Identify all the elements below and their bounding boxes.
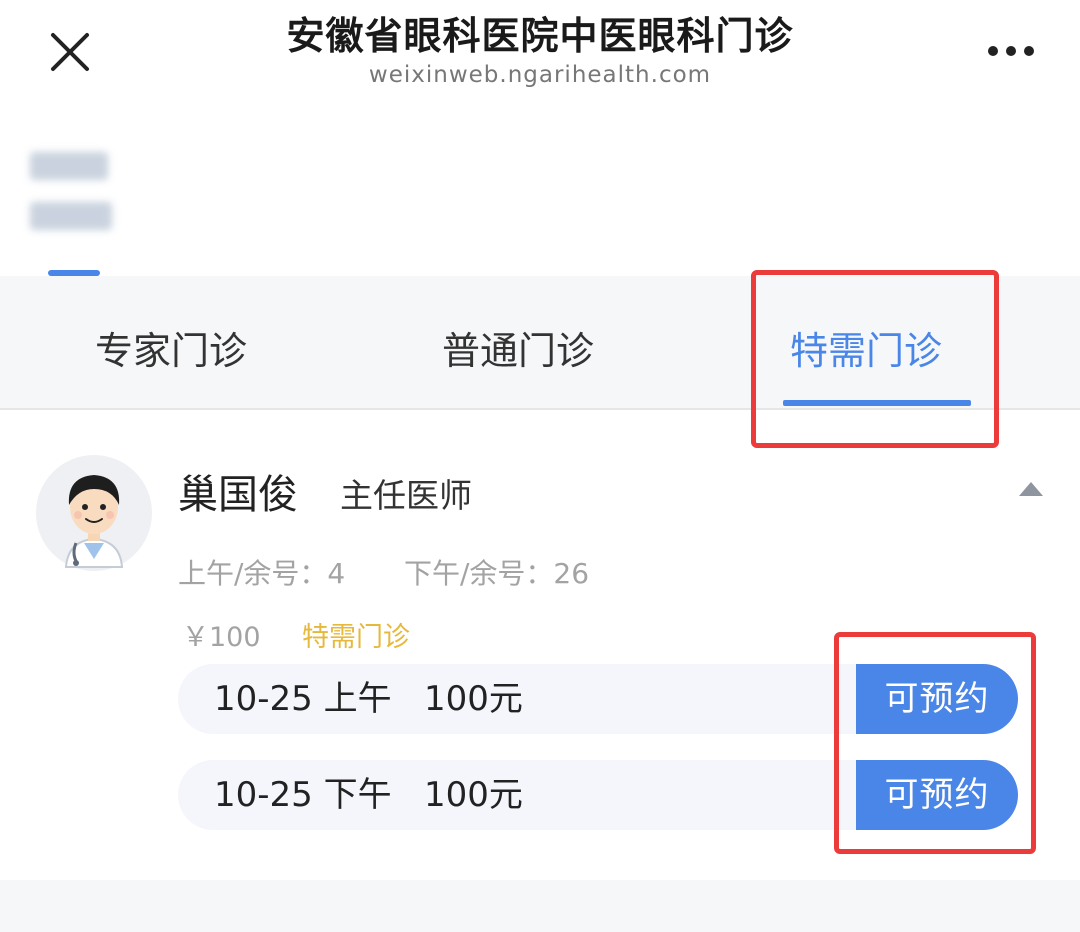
blurred-date-text [30, 202, 112, 230]
collapse-button[interactable] [1014, 476, 1048, 504]
doctor-name: 巢国俊 [178, 472, 298, 518]
consultation-fee: ￥100 [182, 622, 261, 653]
highlight-box-special-tab [751, 270, 999, 448]
doctor-avatar [36, 455, 152, 571]
clinic-type-tag: 特需门诊 [302, 622, 410, 653]
page: 安徽省眼科医院中医眼科门诊 weixinweb.ngarihealth.com … [0, 0, 1080, 932]
top-bar: 安徽省眼科医院中医眼科门诊 weixinweb.ngarihealth.com [0, 0, 1080, 108]
date-selector-tab[interactable] [30, 140, 120, 280]
more-icon [988, 46, 1034, 56]
triangle-up-icon [1019, 482, 1043, 496]
blurred-date-text [30, 152, 108, 180]
tab-general-clinic[interactable]: 普通门诊 [442, 326, 594, 376]
page-url: weixinweb.ngarihealth.com [368, 62, 712, 88]
doctor-title: 主任医师 [340, 476, 472, 515]
tab-expert-clinic[interactable]: 专家门诊 [95, 326, 247, 376]
afternoon-slots-remaining: 下午/余号：26 [404, 557, 590, 590]
page-title: 安徽省眼科医院中医眼科门诊 [286, 14, 794, 58]
schedule-slot-label: 10-25 上午 100元 [214, 679, 523, 719]
more-button[interactable] [976, 30, 1046, 70]
bottom-divider-band [0, 880, 1080, 932]
highlight-box-book-buttons [834, 632, 1036, 854]
morning-slots-remaining: 上午/余号：4 [178, 557, 346, 590]
schedule-slot-label: 10-25 下午 100元 [214, 775, 523, 815]
